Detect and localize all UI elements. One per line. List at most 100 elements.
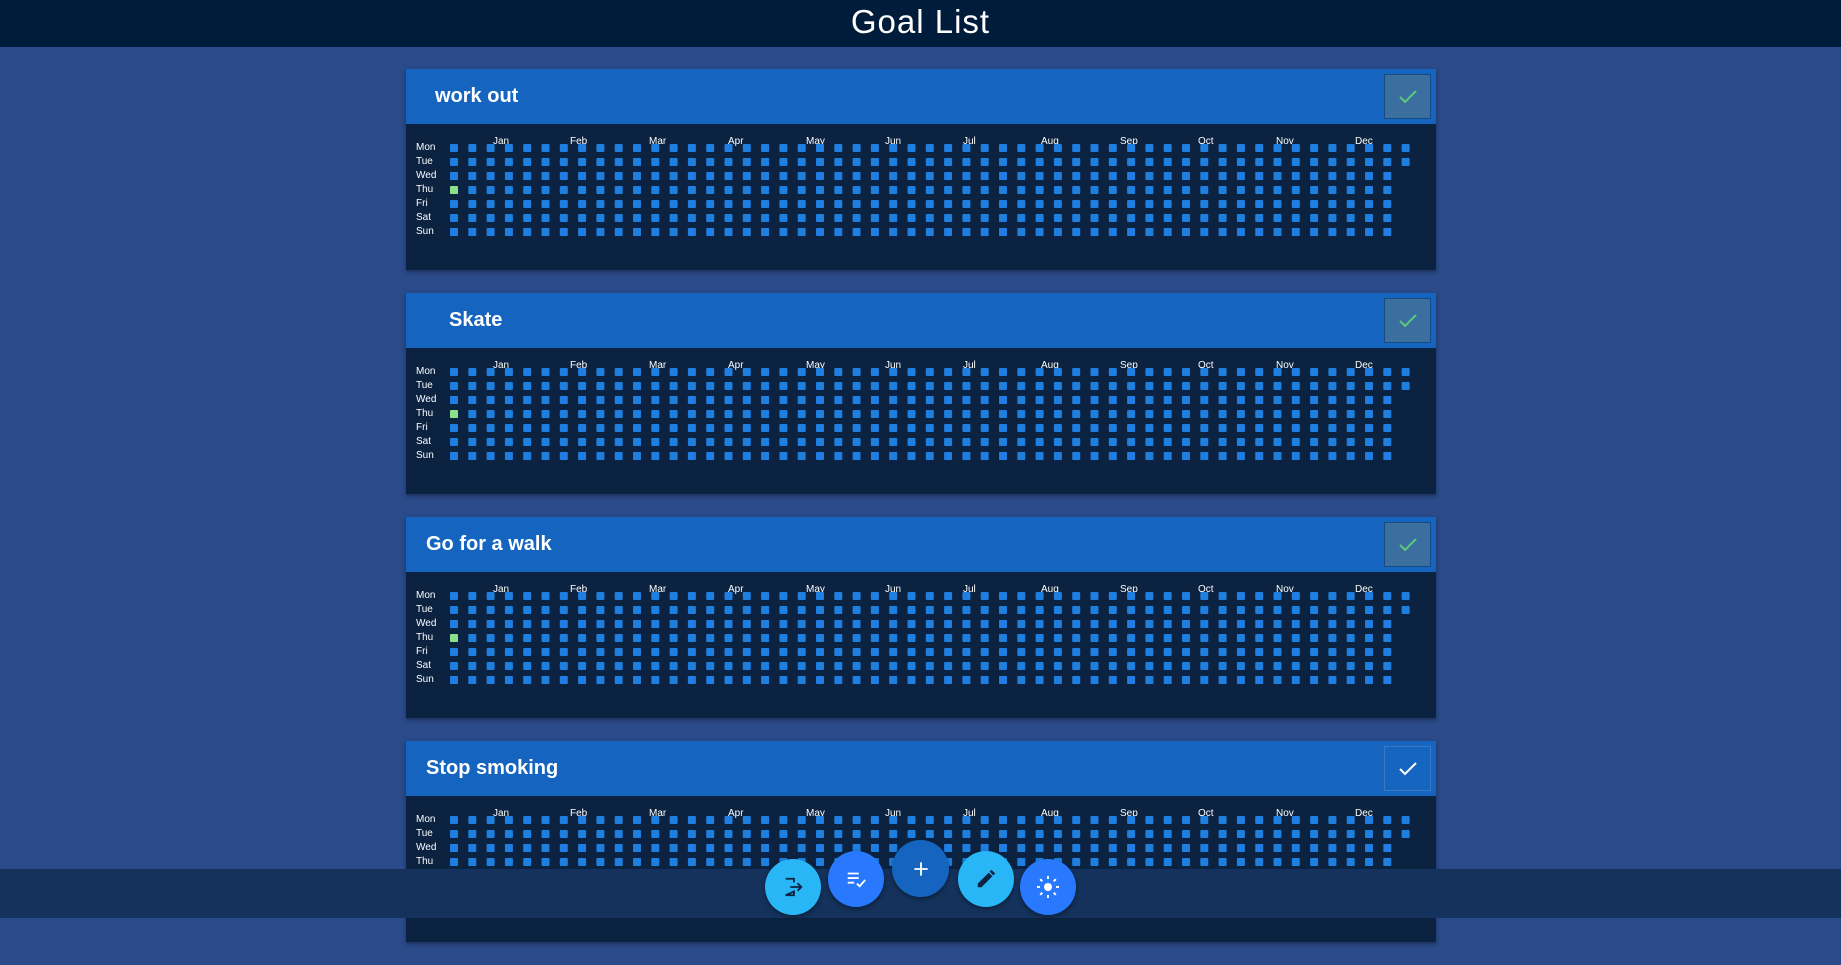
day-cell[interactable]	[1310, 676, 1319, 684]
day-cell[interactable]	[1310, 368, 1319, 376]
day-cell[interactable]	[779, 186, 788, 194]
day-cell[interactable]	[669, 620, 678, 628]
day-cell[interactable]	[1291, 158, 1300, 166]
day-cell[interactable]	[1163, 452, 1172, 460]
day-cell[interactable]	[1145, 382, 1154, 390]
day-cell[interactable]	[1108, 424, 1117, 432]
day-cell[interactable]	[1328, 606, 1337, 614]
day-cell[interactable]	[1127, 438, 1136, 446]
day-cell[interactable]	[852, 634, 861, 642]
day-cell[interactable]	[1273, 200, 1282, 208]
day-cell[interactable]	[889, 634, 898, 642]
day-cell[interactable]	[1017, 214, 1026, 222]
day-cell[interactable]	[889, 172, 898, 180]
day-cell[interactable]	[614, 830, 623, 838]
day-cell[interactable]	[1163, 816, 1172, 824]
day-cell[interactable]	[504, 172, 513, 180]
day-cell[interactable]	[907, 410, 916, 418]
day-cell[interactable]	[816, 228, 824, 236]
day-cell[interactable]	[1310, 816, 1319, 824]
day-cell[interactable]	[1310, 830, 1319, 838]
day-cell[interactable]	[596, 158, 605, 166]
day-cell[interactable]	[1255, 592, 1264, 600]
day-cell[interactable]	[1218, 830, 1227, 838]
day-cell[interactable]	[1127, 396, 1136, 404]
day-cell[interactable]	[1108, 676, 1117, 684]
day-cell[interactable]	[1108, 200, 1117, 208]
day-cell[interactable]	[870, 606, 879, 614]
day-cell[interactable]	[1145, 228, 1154, 236]
day-cell[interactable]	[578, 844, 587, 852]
day-cell[interactable]	[779, 214, 788, 222]
day-cell[interactable]	[1145, 606, 1154, 614]
day-cell[interactable]	[870, 676, 879, 684]
day-cell[interactable]	[687, 382, 696, 390]
day-cell[interactable]	[706, 172, 715, 180]
day-cell[interactable]	[889, 452, 898, 460]
day-cell[interactable]	[596, 424, 605, 432]
day-cell[interactable]	[1127, 620, 1136, 628]
day-cell[interactable]	[1108, 606, 1117, 614]
day-cell[interactable]	[1273, 382, 1282, 390]
day-cell[interactable]	[797, 676, 806, 684]
day-cell[interactable]	[1236, 858, 1245, 866]
day-cell[interactable]	[742, 844, 751, 852]
day-cell[interactable]	[1017, 228, 1026, 236]
day-cell[interactable]	[761, 648, 770, 656]
day-cell[interactable]	[468, 662, 477, 670]
day-cell[interactable]	[1053, 830, 1062, 838]
day-cell[interactable]	[797, 410, 806, 418]
day-cell[interactable]	[1108, 172, 1117, 180]
day-cell[interactable]	[1127, 634, 1136, 642]
day-cell[interactable]	[925, 368, 934, 376]
day-cell[interactable]	[486, 858, 495, 866]
day-cell[interactable]	[523, 410, 532, 418]
day-cell[interactable]	[1072, 634, 1081, 642]
day-cell[interactable]	[706, 858, 715, 866]
day-cell[interactable]	[1310, 228, 1319, 236]
day-cell[interactable]	[1145, 816, 1154, 824]
day-cell[interactable]	[761, 410, 770, 418]
day-cell[interactable]	[614, 200, 623, 208]
day-cell[interactable]	[523, 858, 532, 866]
day-cell[interactable]	[541, 592, 550, 600]
day-cell[interactable]	[651, 410, 660, 418]
day-cell[interactable]	[1291, 830, 1300, 838]
day-cell[interactable]	[1200, 620, 1209, 628]
day-cell[interactable]	[1053, 382, 1062, 390]
day-cell[interactable]	[852, 830, 861, 838]
day-cell[interactable]	[578, 606, 587, 614]
day-cell[interactable]	[797, 382, 806, 390]
day-cell[interactable]	[578, 424, 587, 432]
day-cell[interactable]	[1182, 172, 1190, 180]
day-cell[interactable]	[1127, 382, 1136, 390]
day-cell[interactable]	[1328, 228, 1337, 236]
day-cell[interactable]	[450, 158, 458, 166]
day-cell[interactable]	[816, 830, 824, 838]
day-cell[interactable]	[852, 158, 861, 166]
day-cell[interactable]	[1236, 620, 1245, 628]
day-cell[interactable]	[1090, 592, 1099, 600]
day-cell[interactable]	[1017, 396, 1026, 404]
day-cell[interactable]	[468, 228, 477, 236]
day-cell[interactable]	[834, 438, 843, 446]
day-cell[interactable]	[1200, 662, 1209, 670]
day-cell[interactable]	[1108, 396, 1117, 404]
day-cell[interactable]	[1072, 844, 1081, 852]
day-cell[interactable]	[1365, 214, 1373, 222]
day-cell[interactable]	[779, 676, 788, 684]
day-cell[interactable]	[1218, 634, 1227, 642]
day-cell[interactable]	[559, 844, 568, 852]
day-cell[interactable]	[669, 438, 678, 446]
day-cell[interactable]	[1017, 816, 1026, 824]
day-cell[interactable]	[1182, 858, 1190, 866]
day-cell[interactable]	[1273, 592, 1282, 600]
day-cell[interactable]	[578, 368, 587, 376]
day-cell[interactable]	[651, 634, 660, 642]
day-cell[interactable]	[596, 830, 605, 838]
day-cell[interactable]	[1182, 648, 1190, 656]
day-cell[interactable]	[925, 648, 934, 656]
day-cell[interactable]	[559, 382, 568, 390]
day-cell[interactable]	[633, 144, 641, 152]
day-cell[interactable]	[944, 816, 953, 824]
